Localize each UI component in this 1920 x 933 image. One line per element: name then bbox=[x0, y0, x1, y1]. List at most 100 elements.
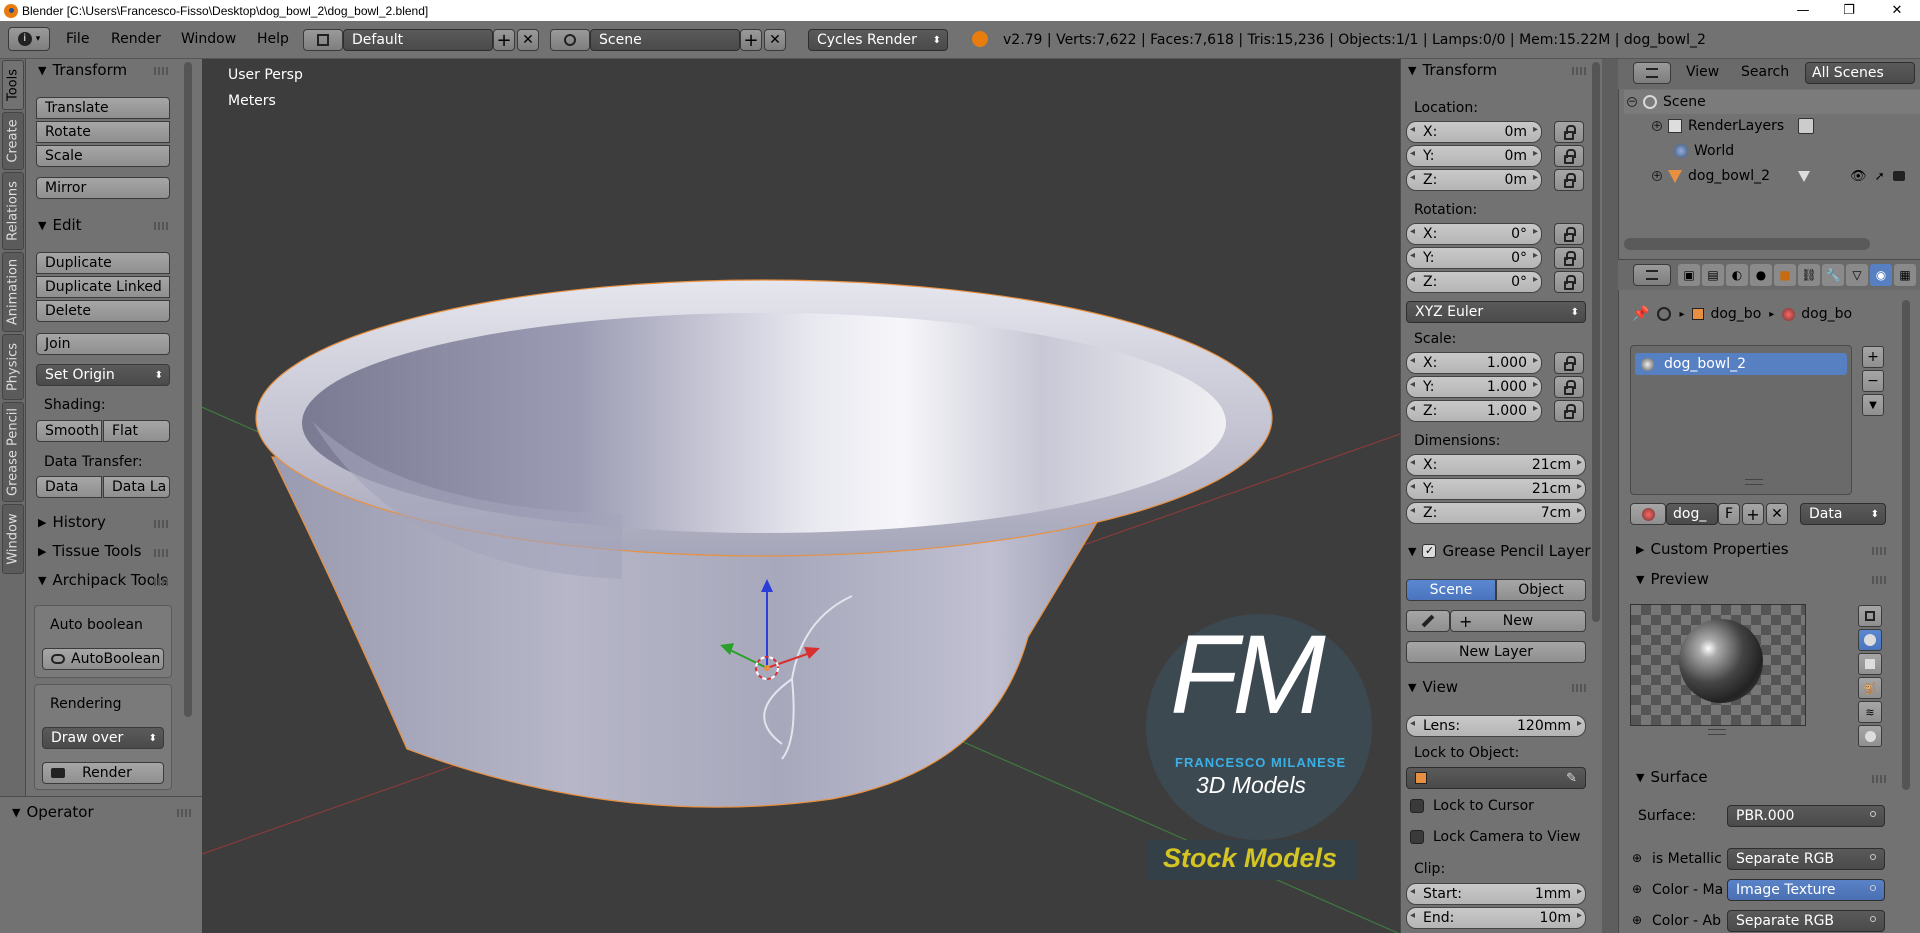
lens-field[interactable]: Lens:120mm bbox=[1406, 715, 1586, 737]
gp-new-layer-button[interactable]: New Layer bbox=[1406, 641, 1586, 663]
maximize-button[interactable]: ❐ bbox=[1826, 0, 1872, 21]
lock-rotation-x[interactable] bbox=[1554, 223, 1584, 245]
close-button[interactable]: ✕ bbox=[1874, 0, 1920, 21]
outliner-row-scene[interactable]: − Scene bbox=[1624, 90, 1920, 114]
join-button[interactable]: Join bbox=[36, 333, 170, 355]
clip-start-field[interactable]: Start:1mm bbox=[1406, 883, 1586, 905]
dimension-y-field[interactable]: Y:21cm bbox=[1406, 478, 1586, 500]
preview-header[interactable]: ▼ Preview bbox=[1636, 570, 1709, 588]
location-y-field[interactable]: Y:0m bbox=[1406, 145, 1542, 167]
rotation-mode-select[interactable]: XYZ Euler ⬍ bbox=[1406, 301, 1586, 323]
area-splitter[interactable] bbox=[1602, 59, 1618, 933]
flat-button[interactable]: Flat bbox=[103, 420, 170, 442]
operator-panel-header[interactable]: ▼ Operator bbox=[12, 803, 94, 821]
add-slot-button[interactable]: + bbox=[1862, 346, 1884, 368]
input-color-ma-select[interactable]: Image Texture bbox=[1727, 879, 1885, 901]
input-color-ab-select[interactable]: Separate RGB bbox=[1727, 910, 1885, 932]
viewport-scene[interactable] bbox=[202, 59, 1400, 933]
breadcrumb-material[interactable]: dog_bo bbox=[1801, 306, 1852, 322]
rotation-x-field[interactable]: X:0° bbox=[1406, 223, 1542, 245]
editor-type-button[interactable]: i ▾ bbox=[8, 27, 50, 51]
scene-field[interactable]: Scene bbox=[590, 29, 740, 51]
location-z-field[interactable]: Z:0m bbox=[1406, 169, 1542, 191]
menu-render[interactable]: Render bbox=[111, 31, 161, 47]
tab-physics[interactable]: Physics bbox=[2, 334, 24, 400]
outliner-hscrollbar[interactable] bbox=[1624, 238, 1870, 250]
object-tab-icon[interactable]: ■ bbox=[1774, 264, 1796, 286]
scale-z-field[interactable]: Z:1.000 bbox=[1406, 400, 1542, 422]
custom-properties-header[interactable]: ▶ Custom Properties bbox=[1636, 540, 1789, 558]
surface-header[interactable]: ▼ Surface bbox=[1636, 768, 1708, 786]
duplicate-button[interactable]: Duplicate bbox=[36, 252, 170, 274]
cursor-select-icon[interactable]: ➚ bbox=[1875, 169, 1885, 183]
outliner-editor-type[interactable] bbox=[1633, 62, 1671, 84]
remove-slot-button[interactable]: − bbox=[1862, 370, 1884, 392]
tab-relations[interactable]: Relations bbox=[2, 172, 24, 250]
gp-new-button[interactable]: + New bbox=[1450, 610, 1586, 632]
gp-object-toggle[interactable]: Object bbox=[1496, 579, 1586, 601]
outliner-row-world[interactable]: World bbox=[1624, 139, 1920, 163]
auto-boolean-button[interactable]: AutoBoolean bbox=[42, 648, 164, 670]
tissue-tools-panel-header[interactable]: ▶ Tissue Tools bbox=[38, 542, 141, 560]
constraints-tab-icon[interactable]: ⛓ bbox=[1798, 264, 1820, 286]
np-transform-header[interactable]: ▼ Transform bbox=[1408, 61, 1497, 79]
clip-end-field[interactable]: End:10m bbox=[1406, 907, 1586, 929]
outliner-row-renderlayers[interactable]: + RenderLayers bbox=[1624, 114, 1920, 138]
fake-user-button[interactable]: F bbox=[1718, 503, 1740, 525]
scene-tab-icon[interactable]: ◐ bbox=[1726, 264, 1748, 286]
panel-grip-icon[interactable] bbox=[1572, 684, 1586, 692]
outliner-row-dog-bowl[interactable]: + dog_bowl_2 👁 ➚ bbox=[1624, 164, 1920, 188]
menu-window[interactable]: Window bbox=[181, 31, 236, 47]
panel-grip-icon[interactable] bbox=[1872, 576, 1886, 584]
gp-browse[interactable] bbox=[1406, 610, 1450, 632]
scale-x-field[interactable]: X:1.000 bbox=[1406, 352, 1542, 374]
npanel-scrollbar[interactable] bbox=[1592, 62, 1600, 622]
tab-tools[interactable]: Tools bbox=[2, 60, 24, 110]
draw-over-select[interactable]: Draw over ⬍ bbox=[42, 727, 164, 749]
lock-rotation-y[interactable] bbox=[1554, 247, 1584, 269]
panel-grip-icon[interactable] bbox=[154, 222, 168, 230]
scale-y-field[interactable]: Y:1.000 bbox=[1406, 376, 1542, 398]
world-tab-icon[interactable]: ● bbox=[1750, 264, 1772, 286]
smooth-button[interactable]: Smooth bbox=[36, 420, 102, 442]
panel-grip-icon[interactable] bbox=[1872, 775, 1886, 783]
slot-specials-button[interactable]: ▼ bbox=[1862, 394, 1884, 416]
panel-grip-icon[interactable] bbox=[177, 809, 191, 817]
expand-socket-icon[interactable]: ⊕ bbox=[1632, 913, 1642, 927]
render-camera-icon[interactable] bbox=[1892, 171, 1905, 181]
lock-object-field[interactable]: ✎ bbox=[1406, 767, 1586, 789]
menu-help[interactable]: Help bbox=[257, 31, 289, 47]
rotation-z-field[interactable]: Z:0° bbox=[1406, 271, 1542, 293]
edit-panel-header[interactable]: ▼ Edit bbox=[38, 216, 82, 234]
np-view-header[interactable]: ▼ View bbox=[1408, 678, 1458, 696]
surface-shader-select[interactable]: PBR.000 bbox=[1727, 805, 1885, 827]
properties-scrollbar[interactable] bbox=[1902, 300, 1910, 790]
dimension-x-field[interactable]: X:21cm bbox=[1406, 454, 1586, 476]
outliner-search-menu[interactable]: Search bbox=[1741, 64, 1789, 80]
remove-scene-icon[interactable]: ✕ bbox=[764, 29, 786, 51]
translate-button[interactable]: Translate bbox=[36, 97, 170, 119]
preview-flat-button[interactable] bbox=[1858, 605, 1882, 627]
transform-panel-header[interactable]: ▼ Transform bbox=[38, 61, 127, 79]
panel-grip-icon[interactable] bbox=[154, 578, 168, 586]
toolshelf-scrollbar[interactable] bbox=[184, 62, 192, 717]
set-origin-select[interactable]: Set Origin ⬍ bbox=[36, 364, 170, 386]
lock-scale-x[interactable] bbox=[1554, 352, 1584, 374]
outliner-view-menu[interactable]: View bbox=[1686, 64, 1719, 80]
render-button[interactable]: Render bbox=[42, 762, 164, 784]
expand-socket-icon[interactable]: ⊕ bbox=[1632, 851, 1642, 865]
texture-tab-icon[interactable]: ▦ bbox=[1894, 264, 1916, 286]
lock-camera-checkbox[interactable]: Lock Camera to View bbox=[1410, 829, 1581, 845]
preview-cube-button[interactable] bbox=[1858, 653, 1882, 675]
lock-rotation-z[interactable] bbox=[1554, 271, 1584, 293]
tab-create[interactable]: Create bbox=[2, 112, 24, 170]
history-panel-header[interactable]: ▶ History bbox=[38, 513, 106, 531]
duplicate-linked-button[interactable]: Duplicate Linked bbox=[36, 276, 170, 298]
panel-grip-icon[interactable] bbox=[154, 549, 168, 557]
menu-file[interactable]: File bbox=[66, 31, 89, 47]
tab-animation[interactable]: Animation bbox=[2, 252, 24, 332]
modifiers-tab-icon[interactable]: 🔧 bbox=[1822, 264, 1844, 286]
tab-grease-pencil[interactable]: Grease Pencil bbox=[2, 402, 24, 502]
panel-grip-icon[interactable] bbox=[154, 67, 168, 75]
location-x-field[interactable]: X:0m bbox=[1406, 121, 1542, 143]
